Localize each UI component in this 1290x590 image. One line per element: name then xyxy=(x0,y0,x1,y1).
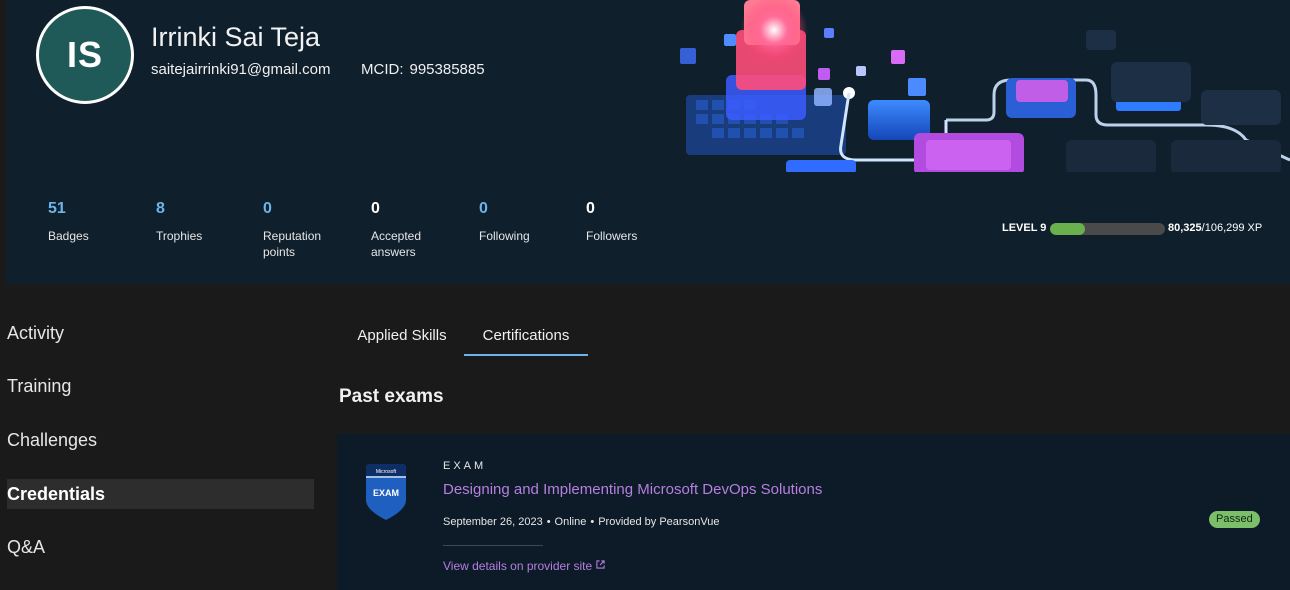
mcid-value: 995385885 xyxy=(409,61,485,78)
xp-text: 80,325/106,299 XP xyxy=(1168,222,1262,234)
stat-badges[interactable]: 51 Badges xyxy=(48,200,148,244)
profile-mcid: MCID: 995385885 xyxy=(361,61,485,78)
xp-total: /106,299 XP xyxy=(1201,222,1263,234)
stat-label: Following xyxy=(479,229,530,243)
exam-meta: September 26, 2023 • Online • Provided by Pe… xyxy=(443,516,720,528)
stat-value: 51 xyxy=(48,200,66,217)
stat-trophies[interactable]: 8 Trophies xyxy=(156,200,256,244)
avatar: IS xyxy=(36,6,134,104)
sidebar-item-credentials[interactable]: Credentials xyxy=(7,479,314,509)
mcid-label: MCID: xyxy=(361,61,404,78)
exam-mode: Online xyxy=(554,516,587,528)
exam-title-link[interactable]: Designing and Implementing Microsoft Dev… xyxy=(443,481,822,498)
header-illustration xyxy=(646,0,1290,172)
profile-name: Irrinki Sai Teja xyxy=(151,22,321,52)
tab-certifications[interactable]: Certifications xyxy=(464,318,588,356)
exam-eyebrow: EXAM xyxy=(443,460,487,472)
profile-header: IS Irrinki Sai Teja saitejairrinki91@gma… xyxy=(6,0,1290,284)
profile-email: saitejairrinki91@gmail.com xyxy=(151,61,331,78)
sidebar-item-training[interactable]: Training xyxy=(7,371,314,401)
stat-label: Followers xyxy=(586,229,638,243)
level-label: LEVEL 9 xyxy=(1002,222,1047,234)
status-badge: Passed xyxy=(1209,511,1260,528)
exam-badge-icon: Microsoft EXAM xyxy=(363,462,409,522)
stat-value: 0 xyxy=(479,200,488,217)
stat-value: 0 xyxy=(371,200,380,217)
exam-date: September 26, 2023 xyxy=(443,516,543,528)
tab-applied-skills[interactable]: Applied Skills xyxy=(348,318,456,354)
external-link-icon xyxy=(595,559,605,573)
stat-accepted-answers[interactable]: 0 Accepted answers xyxy=(371,200,441,260)
xp-progress-fill xyxy=(1050,223,1085,235)
provider-link-label: View details on provider site xyxy=(443,559,593,573)
stat-label: Trophies xyxy=(156,229,203,243)
sidebar-item-activity[interactable]: Activity xyxy=(7,318,314,348)
divider xyxy=(443,545,543,546)
xp-current: 80,325 xyxy=(1168,222,1202,234)
badge-brand-text: Microsoft xyxy=(376,469,397,475)
section-title: Past exams xyxy=(339,386,444,407)
stat-reputation[interactable]: 0 Reputation points xyxy=(263,200,333,260)
xp-progress-bar xyxy=(1050,223,1165,235)
stat-followers[interactable]: 0 Followers xyxy=(586,200,686,244)
stat-label: Reputation points xyxy=(263,229,322,259)
badge-exam-text: EXAM xyxy=(373,488,399,498)
provider-site-link[interactable]: View details on provider site xyxy=(443,559,605,573)
stat-label: Badges xyxy=(48,229,89,243)
stat-label: Accepted answers xyxy=(371,229,422,259)
sidebar-item-challenges[interactable]: Challenges xyxy=(7,425,314,455)
stat-value: 8 xyxy=(156,200,165,217)
sidebar-item-qa[interactable]: Q&A xyxy=(7,532,314,562)
exam-provider: Provided by PearsonVue xyxy=(598,516,720,528)
stat-value: 0 xyxy=(263,200,272,217)
stat-value: 0 xyxy=(586,200,595,217)
avatar-initials: IS xyxy=(66,34,103,75)
exam-card: Microsoft EXAM EXAM Designing and Implem… xyxy=(337,434,1290,590)
stat-following[interactable]: 0 Following xyxy=(479,200,579,244)
